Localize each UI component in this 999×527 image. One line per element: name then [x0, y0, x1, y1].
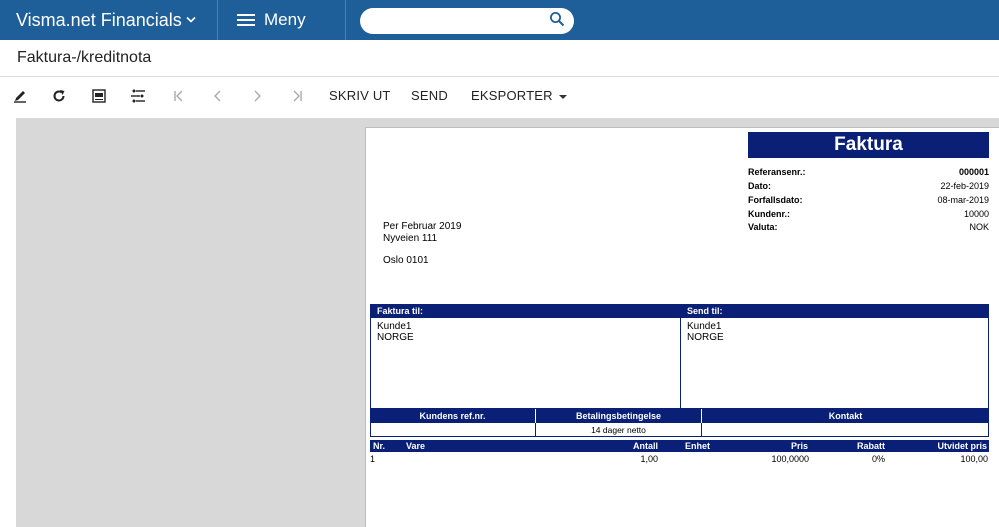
meta-value: 08-mar-2019	[937, 195, 989, 205]
meta-value: NOK	[969, 222, 989, 232]
meta-label: Kundenr.:	[748, 209, 790, 219]
item-rabatt: 0%	[871, 454, 885, 464]
toolbar: SKRIV UT SEND EKSPORTER	[0, 80, 999, 112]
ship-to-line: Kunde1	[687, 321, 722, 332]
meta-label: Referansenr.:	[748, 167, 806, 177]
sender-city: Oslo 0101	[383, 255, 429, 266]
pdf-icon[interactable]	[86, 84, 112, 108]
ref-cell	[370, 423, 536, 437]
search-input[interactable]	[360, 8, 574, 34]
ref-header: Kontakt	[702, 409, 989, 423]
ship-to-line: NORGE	[687, 332, 724, 343]
col-vare: Vare	[406, 441, 426, 451]
bill-to-line: NORGE	[377, 332, 414, 343]
sender-name: Per Februar 2019	[383, 221, 462, 232]
items-header: Nr. Vare Antall Enhet Pris Rabatt Utvide…	[370, 440, 989, 452]
item-pris: 100,0000	[771, 454, 809, 464]
send-button[interactable]: SEND	[411, 88, 448, 103]
next-page-icon[interactable]	[244, 84, 270, 108]
meta-value: 10000	[963, 209, 989, 219]
bill-to-line: Kunde1	[377, 321, 412, 332]
refresh-icon[interactable]	[46, 84, 72, 108]
meta-label: Forfallsdato:	[748, 195, 803, 205]
menu-button[interactable]: Meny	[219, 0, 346, 40]
edit-icon[interactable]	[7, 84, 33, 108]
app-switcher[interactable]: Visma.net Financials	[0, 0, 218, 40]
meta-value: 22-feb-2019	[940, 181, 989, 191]
col-rabatt: Rabatt	[856, 441, 885, 451]
previous-page-icon[interactable]	[205, 84, 231, 108]
ref-header: Betalingsbetingelse	[536, 409, 701, 423]
page-title: Faktura-/kreditnota	[17, 49, 152, 66]
item-utvidet: 100,00	[960, 454, 988, 464]
last-page-icon[interactable]	[284, 84, 310, 108]
sender-street: Nyveien 111	[383, 233, 438, 244]
menu-label: Meny	[264, 10, 306, 29]
ref-header: Kundens ref.nr.	[370, 409, 535, 423]
ref-cell	[701, 423, 989, 437]
report-title: Faktura	[748, 132, 989, 158]
print-button[interactable]: SKRIV UT	[329, 88, 391, 103]
hamburger-icon	[237, 13, 255, 27]
parameters-icon[interactable]	[125, 84, 151, 108]
ship-to-heading: Send til:	[681, 305, 988, 318]
ref-cell: 14 dager netto	[535, 423, 702, 437]
bill-to-heading: Faktura til:	[371, 305, 680, 318]
item-nr: 1	[370, 454, 376, 464]
meta-label: Dato:	[748, 181, 771, 191]
meta-value: 000001	[958, 167, 989, 177]
ship-to-box: Send til: Kunde1 NORGE	[680, 304, 989, 409]
bill-to-box: Faktura til: Kunde1 NORGE	[370, 304, 681, 409]
export-button[interactable]: EKSPORTER	[471, 88, 567, 103]
col-pris: Pris	[790, 441, 808, 451]
caret-down-icon	[558, 94, 567, 99]
col-antall: Antall	[632, 441, 658, 451]
col-utvidet: Utvidet pris	[937, 441, 987, 451]
col-nr: Nr.	[373, 441, 386, 451]
item-antall: 1,00	[640, 454, 658, 464]
app-title: Visma.net Financials	[16, 9, 182, 30]
meta-label: Valuta:	[748, 222, 778, 232]
col-enhet: Enhet	[685, 441, 711, 451]
divider	[0, 76, 999, 77]
export-label: EKSPORTER	[471, 88, 553, 103]
chevron-down-icon	[186, 16, 196, 23]
first-page-icon[interactable]	[166, 84, 192, 108]
search-icon[interactable]	[549, 11, 565, 27]
